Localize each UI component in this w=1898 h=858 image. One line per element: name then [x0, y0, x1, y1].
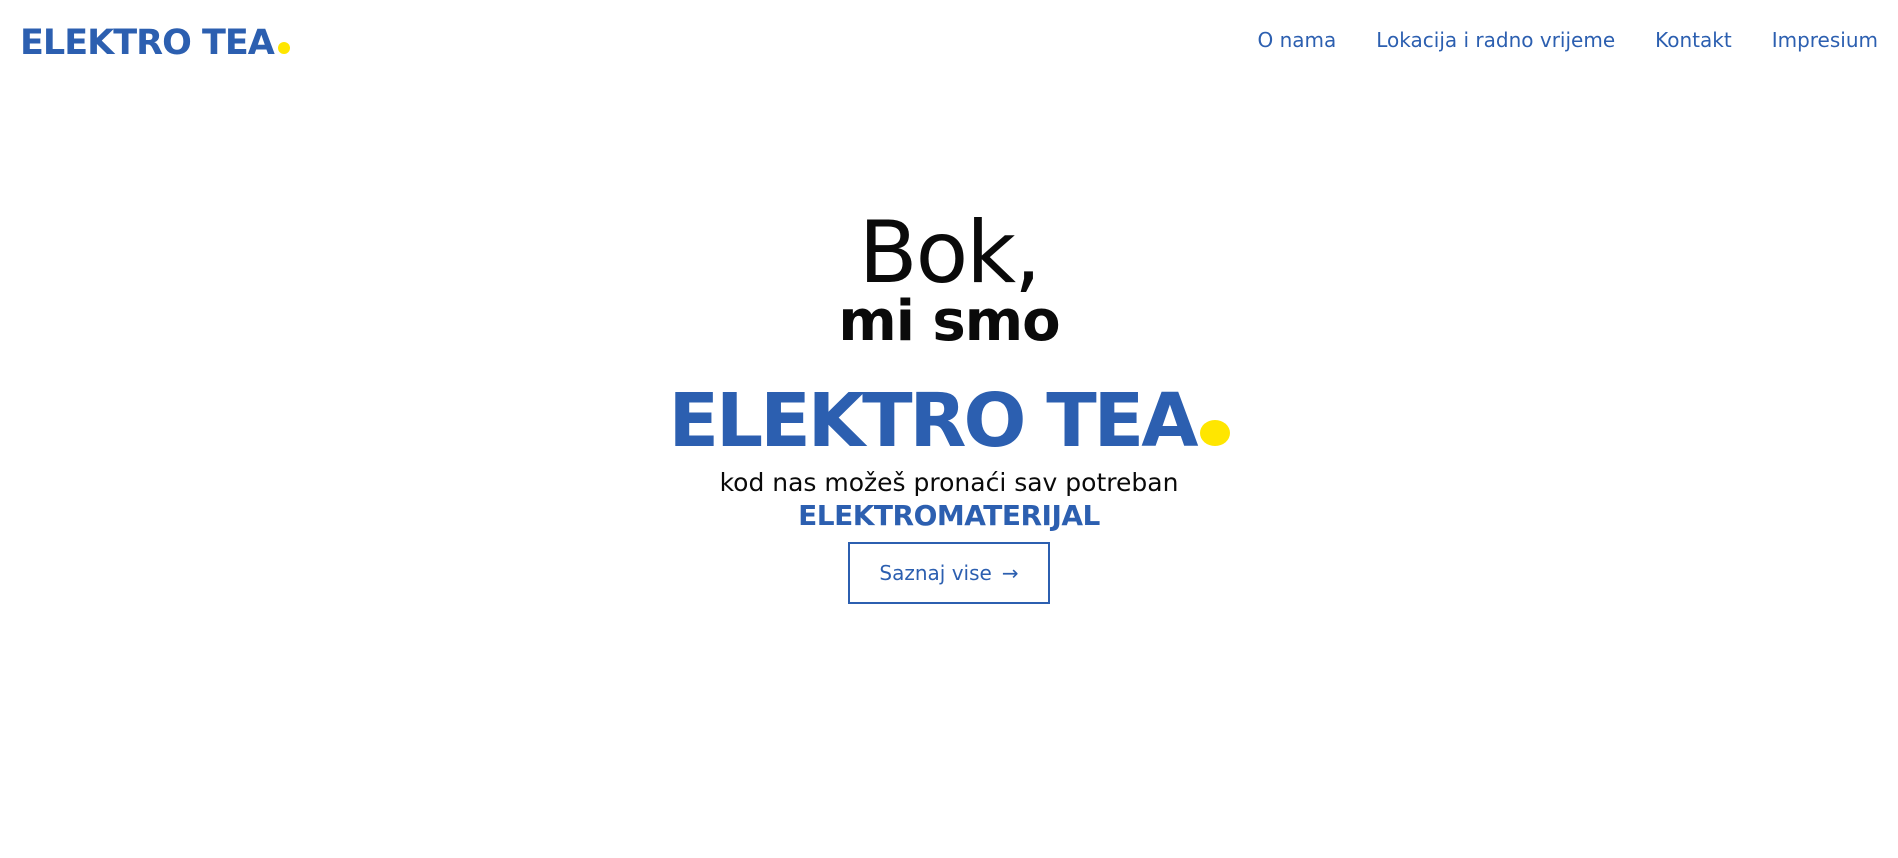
page: ELEKTRO TEA O nama Lokacija i radno vrij… [0, 0, 1898, 858]
saznaj-vise-button[interactable]: Saznaj vise → [848, 542, 1050, 605]
main-nav: O nama Lokacija i radno vrijeme Kontakt … [1257, 28, 1878, 52]
nav-link-o-nama[interactable]: O nama [1257, 28, 1336, 52]
logo-text: ELEKTRO TEA [20, 23, 275, 63]
hero-subgreeting: mi smo [838, 289, 1060, 354]
arrow-right-icon: → [1001, 561, 1019, 586]
hero-highlight: ELEKTROMATERIJAL [798, 499, 1100, 532]
logo-dot-icon [277, 42, 290, 54]
cta-label: Saznaj vise [879, 561, 992, 586]
nav-link-impresium[interactable]: Impresium [1772, 28, 1878, 52]
hero-brand: ELEKTRO TEA [0, 384, 1898, 458]
logo-link[interactable]: ELEKTRO TEA [20, 26, 290, 61]
brand-dot-icon [1199, 420, 1230, 446]
nav-link-kontakt[interactable]: Kontakt [1655, 28, 1732, 52]
hero-greeting: Bok, [858, 203, 1042, 303]
nav-link-lokacija[interactable]: Lokacija i radno vrijeme [1376, 28, 1615, 52]
hero-tagline: kod nas možeš pronaći sav potreban [719, 468, 1179, 497]
hero-brand-text: ELEKTRO TEA [668, 378, 1198, 464]
hero-section: Bok, mi smo ELEKTRO TEA kod nas možeš pr… [0, 203, 1898, 605]
